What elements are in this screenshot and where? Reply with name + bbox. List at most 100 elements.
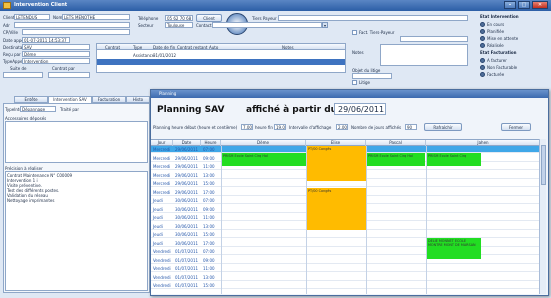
type-appel-field[interactable]: Intervention <box>22 58 90 64</box>
planning-row[interactable]: Vendredi 01/07/2011 15:00 <box>151 282 541 289</box>
client-label: Client <box>3 15 15 20</box>
scroll-thumb[interactable] <box>541 145 546 185</box>
event-deme[interactable]: PRISM Ecole Saint Cirq Hol <box>222 153 306 166</box>
planning-row[interactable]: Vendredi 01/07/2011 11:00 <box>151 265 541 272</box>
planning-heading-mid: affiché à partir du <box>246 105 338 115</box>
restant-col: Contrat restant <box>177 45 208 50</box>
end-hour-label: heure fin <box>255 125 273 130</box>
recu-field[interactable]: Dème <box>22 51 90 57</box>
planning-row[interactable]: Vendredi 01/07/2011 09:00 <box>151 257 541 264</box>
secteur-field[interactable]: Toulouse <box>165 22 193 28</box>
planning-row[interactable]: Jeudi 30/06/2011 15:00 <box>151 231 541 238</box>
date-appel-field[interactable]: 01-07-2011 14:53:37 <box>22 37 70 43</box>
event-elise-2[interactable]: PT/00 Congés <box>307 188 366 230</box>
contrat-par-field[interactable] <box>48 72 90 78</box>
auto-col: Auto <box>209 45 219 50</box>
row-day: Mercredi <box>153 181 171 186</box>
notes-field[interactable] <box>380 44 468 66</box>
contrat-par-label: Contrat par <box>52 66 75 71</box>
end-hour-field[interactable]: 19.00 <box>274 124 286 130</box>
row-hour: 11:00 <box>203 266 215 271</box>
close-button[interactable]: ✕ <box>532 1 548 9</box>
event-jahen-1[interactable]: PRISM Ecole Saint Cirq <box>427 153 481 166</box>
radio-icon <box>480 72 485 77</box>
refresh-button[interactable]: Rafraîchir <box>424 123 462 131</box>
notes-textarea[interactable]: Contrat Maintenance N° C00009 Interventi… <box>5 171 148 291</box>
tiers-payeur-field[interactable] <box>278 15 468 21</box>
planning-row[interactable]: Vendredi 01/07/2011 07:00 <box>151 248 541 255</box>
tab-facturation[interactable]: Facturation <box>92 96 126 103</box>
row-date: 30/06/2011 <box>175 240 199 246</box>
status-label: Non Facturable <box>487 65 518 70</box>
status-non-facturable[interactable]: Non Facturable <box>480 65 517 70</box>
suite-field[interactable] <box>3 72 43 78</box>
status-en-cours[interactable]: En cours <box>480 22 504 27</box>
days-field[interactable]: 90 <box>405 124 417 130</box>
objet-field[interactable] <box>352 73 392 79</box>
status-attente[interactable]: Mise en attente <box>480 36 518 41</box>
interval-label: Intervalle d'affichage <box>289 125 332 130</box>
planning-row[interactable]: Vendredi 01/07/2011 13:00 <box>151 274 541 281</box>
cp-field[interactable] <box>22 29 130 35</box>
accessoires-field[interactable] <box>5 121 148 163</box>
radio-icon <box>480 65 485 70</box>
close-planning-button[interactable]: Fermer <box>501 123 531 131</box>
litige-label: Litige <box>359 80 371 85</box>
planning-row[interactable]: Mercredi 29/06/2011 15:00 <box>151 180 541 187</box>
start-date-field[interactable]: 29/06/2011 <box>334 103 386 115</box>
col-divider <box>221 146 222 294</box>
start-hour-field[interactable]: 7.00 <box>241 124 253 130</box>
client-button[interactable]: Client <box>196 14 222 22</box>
interval-field[interactable]: 2.00 <box>336 124 348 130</box>
contact-field[interactable] <box>212 22 322 28</box>
row-day: Jeudi <box>153 198 163 203</box>
nom-label: Nom <box>53 15 63 20</box>
radio-icon <box>480 22 485 27</box>
status-a-facturer[interactable]: A facturer <box>480 58 507 63</box>
row-hour: 09:00 <box>203 257 215 263</box>
row-date: 30/06/2011 <box>175 206 199 212</box>
radio-icon <box>480 43 485 48</box>
event-elise-1[interactable]: PT/00 Congés <box>307 146 366 181</box>
nom-field[interactable]: LETS MENOTHE <box>62 14 130 20</box>
status-label: Planifiée <box>487 29 505 34</box>
traite-label: Traité par <box>60 107 79 112</box>
client-field[interactable]: LETENDUS <box>14 14 50 20</box>
event-jahen-2[interactable]: DELIE MONNET ECOLE MONTRE MONT DE MARSAN <box>427 238 481 259</box>
event-pascal[interactable]: PRISM Ecole Saint Cirq Hol <box>367 153 425 166</box>
destinataire-field[interactable]: SAV <box>22 44 90 50</box>
row-hour: 13:00 <box>203 274 215 280</box>
tab-histo[interactable]: Histo <box>126 96 150 103</box>
status-facturee[interactable]: Facturée <box>480 72 504 77</box>
tab-entete[interactable]: Entête <box>14 96 48 103</box>
status-realisee[interactable]: Réalisée <box>480 43 504 48</box>
adr-field[interactable] <box>14 22 130 28</box>
planning-title: Planning <box>159 91 177 96</box>
fact-tiers-checkbox[interactable] <box>352 30 357 35</box>
row-date: 29/06/2011 <box>175 164 199 169</box>
row-hour: 15:00 <box>203 283 215 288</box>
contrat-selected-row[interactable] <box>97 59 345 65</box>
planning-window: Planning Planning SAV affiché à partir d… <box>150 89 549 296</box>
telephone-field[interactable]: 05 62 70 68 99 <box>165 15 193 21</box>
planning-scrollbar[interactable] <box>539 139 546 294</box>
contrat-type: Assistance <box>133 53 155 58</box>
planning-row[interactable]: Jeudi 30/06/2011 17:00 <box>151 240 541 247</box>
adr-label: Adr <box>3 23 10 28</box>
radio-icon <box>480 58 485 63</box>
minimize-button[interactable]: – <box>504 1 516 9</box>
window-title: Intervention Client <box>14 2 68 8</box>
contact-dropdown[interactable]: ▾ <box>322 22 328 28</box>
col-divider <box>366 146 367 294</box>
suite-label: Suite de <box>10 66 27 71</box>
app-icon <box>3 2 11 9</box>
row-hour: 07:00 <box>203 249 215 254</box>
fact-tiers-field[interactable] <box>400 36 468 42</box>
litige-checkbox[interactable] <box>352 80 357 85</box>
tab-intervention-sav[interactable]: Intervention SAV <box>48 96 92 103</box>
status-planifiee[interactable]: Planifiée <box>480 29 504 34</box>
row-day: Jeudi <box>153 206 163 212</box>
radio-icon <box>480 36 485 41</box>
maximize-button[interactable]: □ <box>518 1 530 9</box>
typeinter-field[interactable]: Dépannage <box>20 106 56 112</box>
